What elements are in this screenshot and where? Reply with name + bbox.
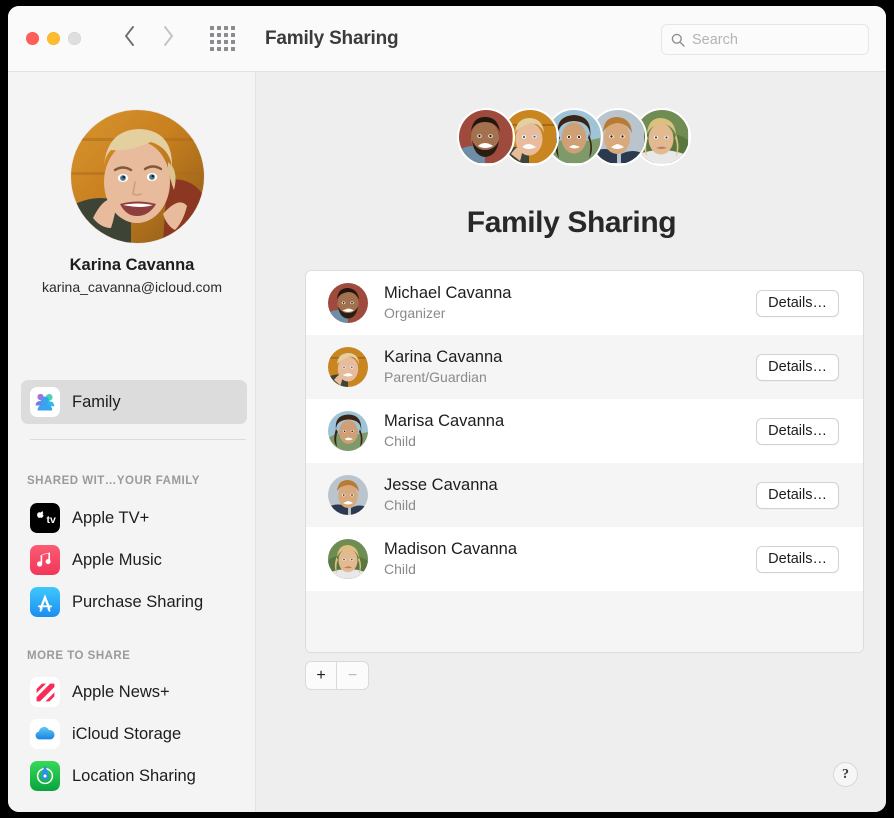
details-button[interactable]: Details… <box>756 545 839 573</box>
table-row[interactable]: Karina Cavanna Parent/Guardian Details… <box>306 335 863 399</box>
search-input[interactable] <box>692 31 852 48</box>
member-avatar <box>328 539 368 579</box>
sidebar-item-label: Apple TV+ <box>72 508 150 527</box>
avatar[interactable] <box>71 110 204 243</box>
window-toolbar: Family Sharing <box>8 6 886 72</box>
details-button[interactable]: Details… <box>756 353 839 381</box>
search-field[interactable] <box>661 24 869 55</box>
member-avatar <box>328 347 368 387</box>
member-role: Organizer <box>384 305 446 321</box>
member-name: Karina Cavanna <box>384 348 503 366</box>
find-my-icon <box>30 761 60 791</box>
sidebar-section-header-shared: SHARED WIT…YOUR FAMILY <box>27 475 200 487</box>
sidebar-item-label: iCloud Storage <box>72 724 182 743</box>
apple-tv-plus-icon: tv <box>30 503 60 533</box>
sidebar-item-apple-news-plus[interactable]: Apple News+ <box>21 673 247 711</box>
chevron-left-icon[interactable] <box>123 25 136 52</box>
family-icon <box>30 387 60 417</box>
preferences-window: Family Sharing Search Karina Cavanna kar… <box>8 6 886 812</box>
member-role: Parent/Guardian <box>384 369 487 385</box>
search-icon <box>671 33 685 47</box>
table-row[interactable]: Madison Cavanna Child Details… <box>306 527 863 591</box>
sidebar-item-location-sharing[interactable]: Location Sharing <box>21 757 247 795</box>
sidebar-item-label: Family <box>72 392 121 411</box>
apple-news-plus-icon <box>30 677 60 707</box>
member-role: Child <box>384 433 416 449</box>
sidebar-section-header-more: MORE TO SHARE <box>27 650 131 662</box>
sidebar-item-family[interactable]: Family <box>21 380 247 424</box>
details-button[interactable]: Details… <box>756 481 839 509</box>
traffic-light-controls <box>26 32 81 45</box>
window-title: Family Sharing <box>265 27 399 49</box>
member-name: Marisa Cavanna <box>384 412 505 430</box>
add-remove-member-controls: + − <box>305 661 369 690</box>
member-info: Jesse Cavanna Child <box>384 475 756 515</box>
page-title: Family Sharing <box>466 206 677 239</box>
details-button[interactable]: Details… <box>756 289 839 317</box>
table-row[interactable]: Michael Cavanna Organizer Details… <box>306 271 863 335</box>
sidebar-item-apple-music[interactable]: Apple Music <box>21 541 247 579</box>
member-info: Madison Cavanna Child <box>384 539 756 579</box>
member-name: Jesse Cavanna <box>384 476 498 494</box>
details-button[interactable]: Details… <box>756 417 839 445</box>
member-avatar <box>328 411 368 451</box>
member-name: Michael Cavanna <box>384 284 512 302</box>
sidebar-item-icloud-storage[interactable]: iCloud Storage <box>21 715 247 753</box>
navigation-controls <box>123 25 175 52</box>
member-info: Michael Cavanna Organizer <box>384 283 756 323</box>
family-avatar-strip <box>457 108 691 170</box>
svg-text:tv: tv <box>47 514 56 526</box>
member-info: Karina Cavanna Parent/Guardian <box>384 347 756 387</box>
table-row[interactable]: Marisa Cavanna Child Details… <box>306 399 863 463</box>
member-role: Child <box>384 561 416 577</box>
sidebar-item-apple-tv-plus[interactable]: tv Apple TV+ <box>21 499 247 537</box>
show-all-grid-icon[interactable] <box>210 26 235 51</box>
main-content: Family Sharing Michael Cavanna Organizer… <box>257 72 886 812</box>
remove-member-button: − <box>337 662 368 689</box>
account-email: karina_cavanna@icloud.com <box>42 279 222 295</box>
member-name: Madison Cavanna <box>384 540 517 558</box>
maximize-window-button[interactable] <box>68 32 81 45</box>
sidebar-divider <box>30 439 246 440</box>
sidebar: Karina Cavanna karina_cavanna@icloud.com… <box>8 72 256 812</box>
sidebar-item-label: Location Sharing <box>72 766 196 785</box>
icloud-storage-icon <box>30 719 60 749</box>
table-row[interactable]: Jesse Cavanna Child Details… <box>306 463 863 527</box>
member-avatar <box>328 475 368 515</box>
help-button[interactable]: ? <box>833 762 858 787</box>
member-info: Marisa Cavanna Child <box>384 411 756 451</box>
strip-avatar-michael <box>457 108 515 166</box>
sidebar-item-label: Apple News+ <box>72 682 170 701</box>
chevron-right-icon[interactable] <box>162 25 175 52</box>
add-member-button[interactable]: + <box>306 662 338 689</box>
family-member-list: Michael Cavanna Organizer Details… Karin… <box>305 270 864 653</box>
close-window-button[interactable] <box>26 32 39 45</box>
list-empty-area <box>306 591 863 652</box>
sidebar-item-label: Apple Music <box>72 550 162 569</box>
member-role: Child <box>384 497 416 513</box>
app-store-icon <box>30 587 60 617</box>
sidebar-item-purchase-sharing[interactable]: Purchase Sharing <box>21 583 247 621</box>
sidebar-item-label: Purchase Sharing <box>72 592 204 611</box>
member-avatar <box>328 283 368 323</box>
account-name: Karina Cavanna <box>69 256 195 274</box>
minimize-window-button[interactable] <box>47 32 60 45</box>
apple-music-icon <box>30 545 60 575</box>
